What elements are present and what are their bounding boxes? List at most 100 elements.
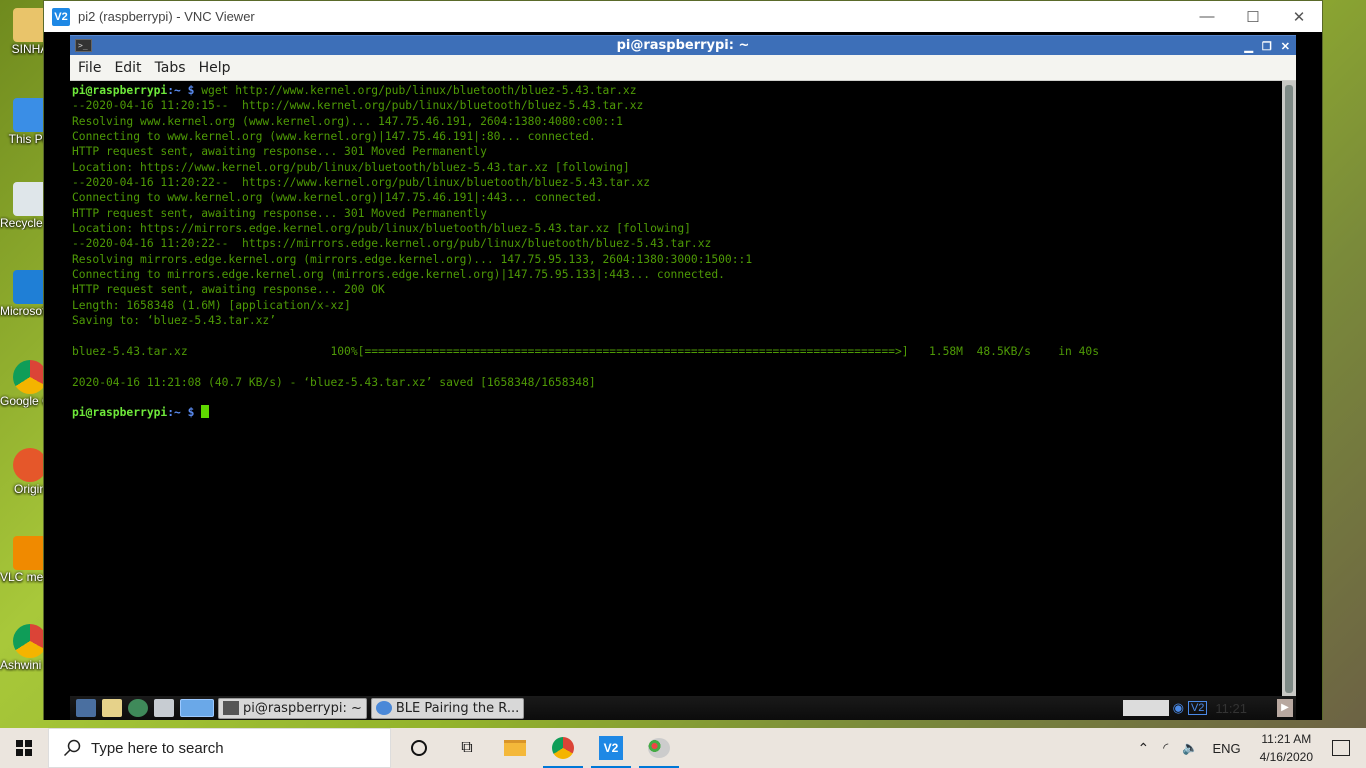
menu-help[interactable]: Help (199, 60, 231, 76)
recycle-bin-icon (13, 182, 47, 216)
prompt-user: pi@raspberrypi (72, 406, 168, 420)
cortana-icon (411, 740, 427, 756)
chrome-taskbar-button[interactable] (539, 728, 587, 768)
terminal-title: pi@raspberrypi: ~ (616, 38, 750, 53)
system-tray: ⌃ ◜ 🔈 ENG 11:21 AM 4/16/2020 (1130, 728, 1366, 768)
search-icon (63, 739, 81, 757)
chrome-profile-icon (13, 624, 47, 658)
text-cursor (201, 405, 210, 419)
output-line: --2020-04-16 11:20:22-- https://mirrors.… (72, 237, 712, 251)
terminal-menubar: File Edit Tabs Help (70, 55, 1296, 81)
taskbar-search-box[interactable]: Type here to search (48, 728, 391, 768)
chrome-icon (13, 360, 47, 394)
terminal-minimize-button[interactable]: ▁ (1244, 40, 1252, 53)
output-line: Connecting to www.kernel.org (www.kernel… (72, 130, 596, 144)
close-button[interactable]: ✕ (1276, 1, 1322, 32)
clock-time: 11:21 AM (1261, 732, 1312, 746)
paint-icon (648, 738, 670, 758)
output-line: Resolving www.kernel.org (www.kernel.org… (72, 114, 623, 128)
terminal-output[interactable]: pi@raspberrypi:~ $ wget http://www.kerne… (70, 81, 1282, 697)
task-chromium[interactable]: BLE Pairing the R... (370, 697, 525, 719)
chromium-icon (375, 701, 392, 715)
terminal-launcher-icon[interactable] (180, 699, 214, 717)
output-line: Saving to: ‘bluez-5.43.tar.xz’ (72, 314, 277, 328)
terminal-window: >_ pi@raspberrypi: ~ ▁ ❐ ✕ File Edit Tab… (70, 35, 1296, 697)
this-pc-icon (13, 98, 47, 132)
prompt-user: pi@raspberrypi (72, 84, 168, 97)
output-line: bluez-5.43.tar.xz 100%[=================… (72, 344, 1099, 358)
output-line: HTTP request sent, awaiting response... … (72, 283, 385, 297)
vnc-window-title: pi2 (raspberrypi) - VNC Viewer (78, 9, 255, 24)
raspberry-menu-icon[interactable] (76, 699, 96, 717)
pi-taskbar: pi@raspberrypi: ~ BLE Pairing the R... ◉… (70, 696, 1296, 720)
action-center-icon[interactable] (1332, 740, 1350, 756)
clock-date: 4/16/2020 (1259, 750, 1313, 764)
vnc-logo-icon: V2 (52, 7, 70, 26)
command-line: pi@raspberrypi:~ $ wget http://www.kerne… (72, 83, 1282, 98)
vnc-viewer-icon: V2 (599, 736, 623, 760)
terminal-restore-button[interactable]: ❐ (1262, 40, 1272, 53)
wifi-icon[interactable]: ◜ (1163, 740, 1168, 756)
edge-icon (13, 270, 47, 304)
maximize-button[interactable]: ☐ (1230, 1, 1276, 32)
output-line: HTTP request sent, awaiting response... … (72, 206, 487, 220)
menu-tabs[interactable]: Tabs (155, 60, 186, 76)
output-line: 2020-04-16 11:21:08 (40.7 KB/s) - ‘bluez… (72, 375, 596, 389)
cortana-button[interactable] (395, 728, 443, 768)
terminal-scrollbar[interactable] (1282, 81, 1296, 697)
paint-taskbar-button[interactable] (635, 728, 683, 768)
remote-desktop[interactable]: >_ pi@raspberrypi: ~ ▁ ❐ ✕ File Edit Tab… (44, 32, 1322, 720)
menu-edit[interactable]: Edit (114, 60, 141, 76)
panel-clock: 11:21 (1215, 700, 1247, 716)
task-terminal[interactable]: pi@raspberrypi: ~ (218, 697, 367, 719)
vnc-viewer-window: V2 pi2 (raspberrypi) - VNC Viewer — ☐ ✕ … (43, 0, 1323, 720)
vlc-icon (13, 536, 47, 570)
output-line: HTTP request sent, awaiting response... … (72, 145, 487, 159)
terminal-icon: >_ (75, 39, 92, 52)
taskbar-clock[interactable]: 11:21 AM 4/16/2020 (1260, 730, 1313, 766)
current-prompt-line: pi@raspberrypi:~ $ (72, 405, 1282, 420)
output-line: Connecting to www.kernel.org (www.kernel… (72, 191, 603, 205)
windows-taskbar: Type here to search ⧉ V2 ⌃ ◜ 🔈 ENG 11:21… (0, 728, 1366, 768)
vnc-viewer-taskbar-button[interactable]: V2 (587, 728, 635, 768)
scrollbar-thumb[interactable] (1285, 85, 1293, 693)
vnc-titlebar[interactable]: V2 pi2 (raspberrypi) - VNC Viewer — ☐ ✕ (44, 1, 1322, 32)
volume-icon[interactable]: 🔈 (1182, 740, 1198, 756)
web-browser-icon[interactable] (128, 699, 148, 717)
chrome-icon (552, 737, 574, 759)
windows-logo-icon (16, 740, 32, 756)
prompt-path: :~ $ (167, 406, 202, 420)
prompt-path: :~ $ (167, 84, 202, 97)
file-manager-icon[interactable] (102, 699, 122, 717)
terminal-close-button[interactable]: ✕ (1281, 40, 1290, 53)
command-text: wget http://www.kernel.org/pub/linux/blu… (201, 84, 637, 97)
vnc-server-icon[interactable]: V2 (1187, 701, 1208, 715)
task-view-icon: ⧉ (461, 739, 473, 756)
bluetooth-icon[interactable]: ◉ (1173, 700, 1184, 716)
terminal-icon (223, 701, 239, 715)
file-explorer-button[interactable] (491, 728, 539, 768)
origin-icon (13, 448, 47, 482)
output-line: --2020-04-16 11:20:22-- https://www.kern… (72, 176, 651, 190)
search-placeholder: Type here to search (91, 739, 224, 757)
show-hidden-icons-chevron-icon[interactable]: ⌃ (1137, 740, 1149, 757)
terminal-titlebar[interactable]: >_ pi@raspberrypi: ~ ▁ ❐ ✕ (70, 35, 1296, 55)
minimize-button[interactable]: — (1184, 1, 1230, 32)
output-line: Location: https://mirrors.edge.kernel.or… (72, 222, 691, 236)
output-line: Location: https://www.kernel.org/pub/lin… (72, 160, 630, 174)
user-folder-icon (13, 8, 47, 42)
output-line: Resolving mirrors.edge.kernel.org (mirro… (72, 252, 753, 266)
task-view-button[interactable]: ⧉ (443, 728, 491, 768)
language-indicator[interactable]: ENG (1212, 741, 1240, 756)
output-line: --2020-04-16 11:20:15-- http://www.kerne… (72, 99, 644, 113)
menu-file[interactable]: File (78, 60, 101, 76)
cpu-monitor (1122, 700, 1169, 716)
output-line: Connecting to mirrors.edge.kernel.org (m… (72, 268, 725, 282)
file-explorer-icon (504, 740, 526, 756)
start-button[interactable] (0, 728, 48, 768)
eject-icon[interactable]: ▶ (1277, 699, 1293, 717)
windows-switcher-icon[interactable] (154, 699, 174, 717)
